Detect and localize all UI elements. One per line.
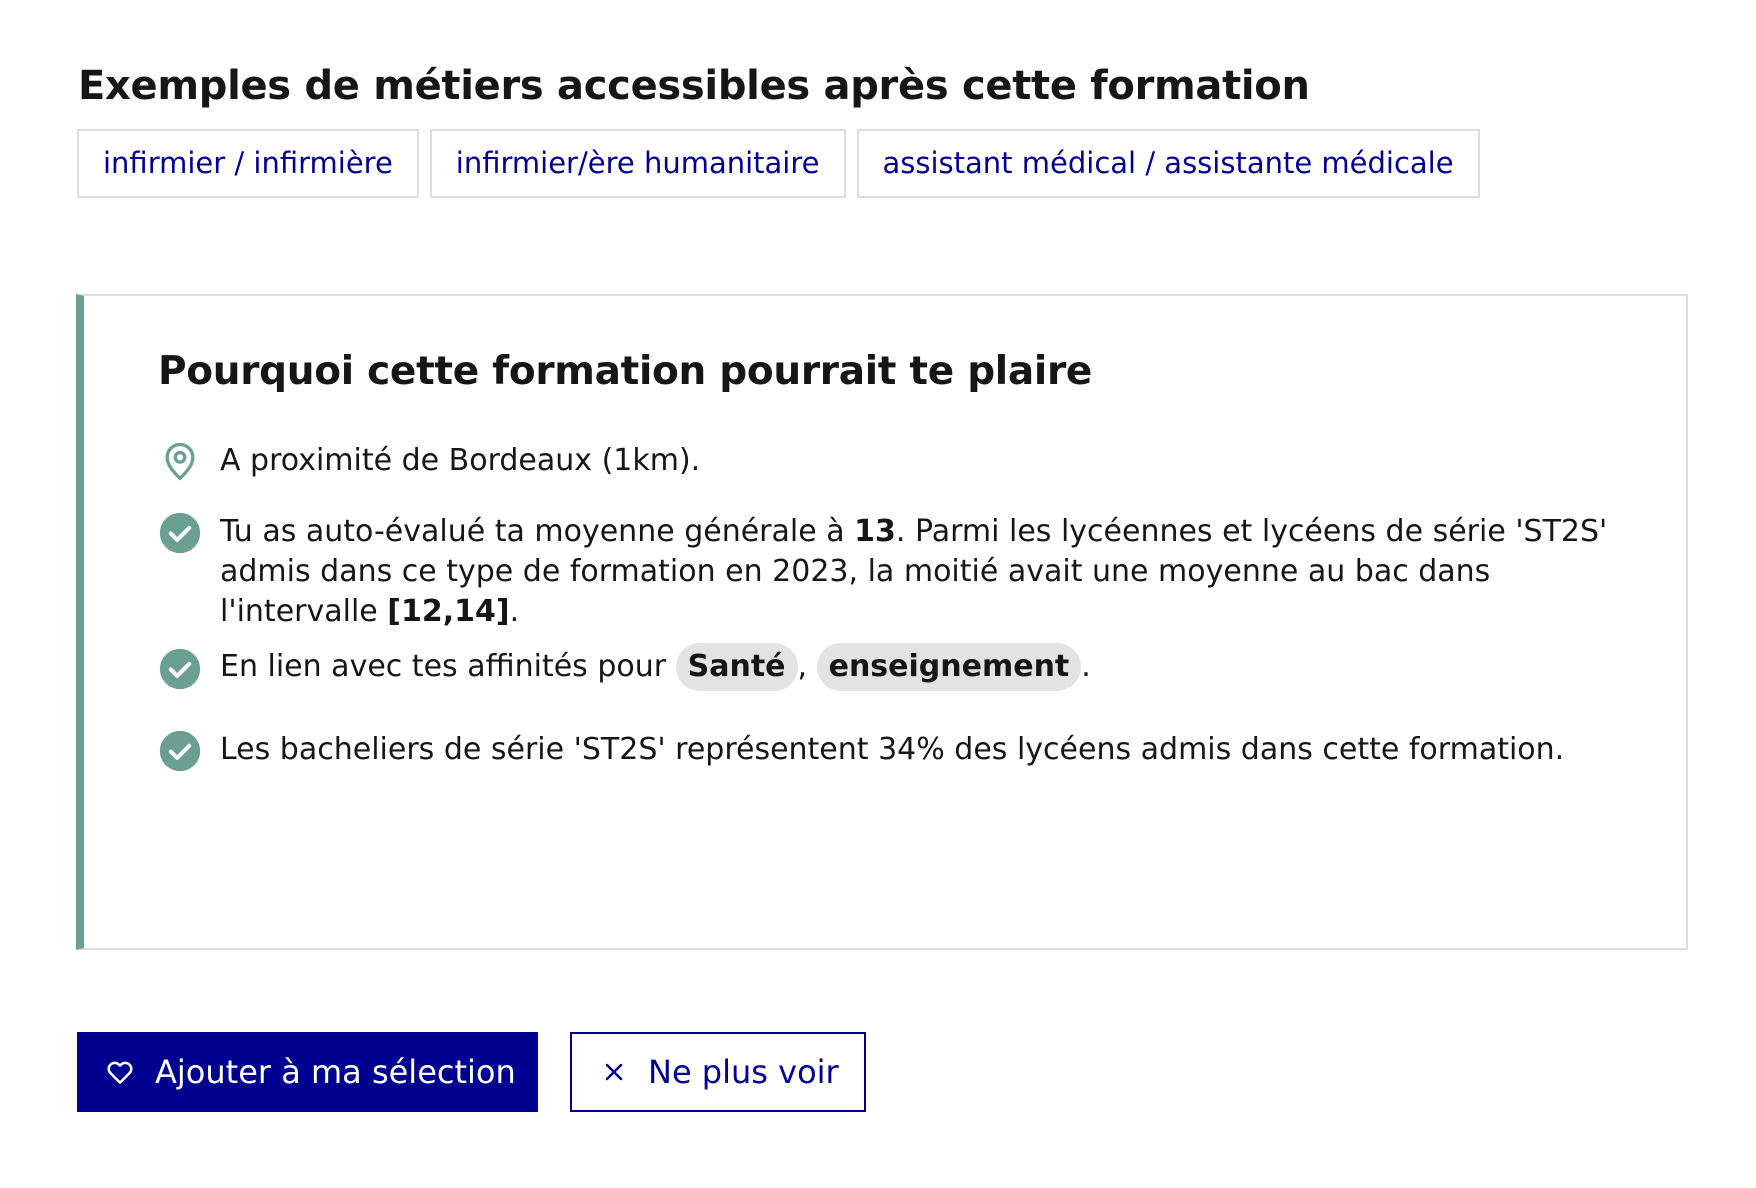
reason-location: A proximité de Bordeaux (1km). [158, 441, 1628, 481]
why-callout: Pourquoi cette formation pourrait te pla… [76, 294, 1688, 950]
reason-affinities: En lien avec tes affinités pour Santé, e… [158, 643, 1628, 691]
self-evaluated-grade: 13 [854, 514, 896, 549]
reason-location-text: A proximité de Bordeaux (1km). [220, 443, 701, 478]
hide-button[interactable]: Ne plus voir [570, 1032, 866, 1112]
job-tags-list: infirmier / infirmière infirmier/ère hum… [77, 129, 1480, 198]
reason-grades: Tu as auto-évalué ta moyenne générale à … [158, 512, 1628, 632]
check-circle-icon [159, 512, 201, 554]
map-pin-icon [165, 442, 195, 481]
close-icon [605, 1063, 623, 1081]
reason-affinities-text: En lien avec tes affinités pour Santé, e… [220, 643, 1628, 691]
reason-bac-series: Les bacheliers de série 'ST2S' représent… [158, 730, 1628, 772]
heart-icon [107, 1061, 133, 1084]
hide-label: Ne plus voir [648, 1053, 839, 1091]
affinity-chip-enseignement: enseignement [816, 643, 1082, 691]
affinity-chip-sante: Santé [675, 643, 798, 691]
reason-bac-series-text: Les bacheliers de série 'ST2S' représent… [220, 732, 1565, 767]
jobs-section-title: Exemples de métiers accessibles après ce… [78, 63, 1310, 109]
add-to-selection-button[interactable]: Ajouter à ma sélection [77, 1032, 538, 1112]
reason-grades-text: Tu as auto-évalué ta moyenne générale à … [220, 514, 1608, 629]
check-circle-icon [159, 648, 201, 690]
job-tag-infirmier-humanitaire[interactable]: infirmier/ère humanitaire [429, 129, 846, 198]
grade-interval: [12,14] [387, 594, 510, 629]
check-circle-icon [159, 730, 201, 772]
job-tag-assistant-medical[interactable]: assistant médical / assistante médicale [856, 129, 1480, 198]
why-callout-title: Pourquoi cette formation pourrait te pla… [158, 349, 1093, 394]
add-to-selection-label: Ajouter à ma sélection [155, 1053, 516, 1091]
job-tag-infirmier[interactable]: infirmier / infirmière [77, 129, 419, 198]
